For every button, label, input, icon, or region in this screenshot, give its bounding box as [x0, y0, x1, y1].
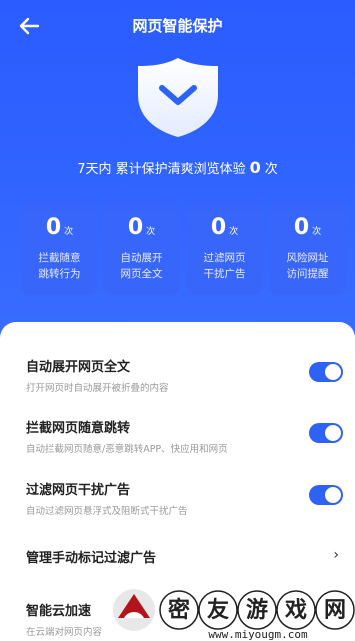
- svg-text:www.miyougm.com: www.miyougm.com: [208, 628, 308, 641]
- watermark-logo: 密 友 游 戏 网 www.miyougm.com: [108, 588, 355, 641]
- setting-title: 过滤网页干扰广告: [26, 483, 131, 498]
- toggle-knob: [325, 425, 341, 441]
- svg-text:游: 游: [246, 597, 268, 623]
- setting-title: 管理手动标记过滤广告: [26, 551, 157, 566]
- svg-text:网: 网: [324, 598, 346, 623]
- setting-block-redirect: 拦截网页随意跳转 自动拦截网页随意/恶意跳转APP、快应用和网页: [26, 417, 343, 455]
- page-title: 网页智能保护: [132, 17, 223, 35]
- summary-count: 0: [249, 158, 261, 177]
- stat-label: 访问提醒: [286, 268, 329, 280]
- setting-title: 拦截网页随意跳转: [26, 421, 131, 436]
- block-redirect-toggle[interactable]: [309, 423, 343, 443]
- setting-auto-expand: 自动展开网页全文 打开网页时自动展开被折叠的内容: [26, 356, 343, 394]
- stat-value: 0: [293, 215, 310, 240]
- stat-label: 网页全文: [120, 268, 163, 280]
- stat-card-filter-ads: 0次 过滤网页干扰广告: [186, 203, 263, 295]
- stat-value: 0: [127, 215, 144, 240]
- protection-summary: 7天内 累计保护清爽浏览体验 0 次: [0, 158, 355, 177]
- svg-text:戏: 戏: [284, 598, 307, 623]
- stat-unit: 次: [229, 227, 239, 237]
- manage-marked-ads-row[interactable]: 管理手动标记过滤广告 ›: [26, 547, 343, 566]
- shield-icon: [132, 55, 224, 139]
- filter-ads-toggle[interactable]: [309, 485, 343, 505]
- stat-card-block-redirect: 0次 拦截随意跳转行为: [21, 203, 98, 295]
- stat-label: 跳转行为: [38, 268, 81, 280]
- chevron-right-icon: ›: [333, 547, 339, 563]
- stat-label: 风险网址: [286, 252, 329, 264]
- nav-bar: 网页智能保护: [0, 0, 355, 52]
- svg-text:密: 密: [168, 597, 190, 623]
- stat-label: 拦截随意: [38, 252, 81, 264]
- stat-card-risk-alert: 0次 风险网址访问提醒: [269, 203, 346, 295]
- auto-expand-toggle[interactable]: [309, 362, 343, 382]
- stat-unit: 次: [146, 227, 156, 237]
- stat-value: 0: [210, 215, 227, 240]
- toggle-knob: [325, 364, 341, 380]
- stat-unit: 次: [64, 227, 74, 237]
- stat-card-expand-page: 0次 自动展开网页全文: [103, 203, 180, 295]
- setting-desc: 自动过滤网页悬浮式及阻断式干扰广告: [26, 506, 188, 517]
- toggle-knob: [325, 487, 341, 503]
- setting-desc: 自动拦截网页随意/恶意跳转APP、快应用和网页: [26, 444, 228, 455]
- summary-text: 7天内 累计保护清爽浏览体验: [77, 162, 246, 177]
- setting-title: 自动展开网页全文: [26, 360, 131, 375]
- stat-label: 干扰广告: [203, 268, 246, 280]
- stat-unit: 次: [312, 227, 322, 237]
- stat-label: 过滤网页: [203, 252, 246, 264]
- stat-label: 自动展开: [120, 252, 163, 264]
- setting-filter-ads: 过滤网页干扰广告 自动过滤网页悬浮式及阻断式干扰广告: [26, 479, 343, 517]
- stats-grid: 0次 拦截随意 跳转行为 0次 自动展开 网页全文 0次 过滤网页 干扰广告 0次 风…: [21, 203, 346, 295]
- setting-desc: 打开网页时自动展开被折叠的内容: [26, 383, 169, 394]
- svg-text:友: 友: [207, 598, 229, 623]
- stat-value: 0: [45, 215, 62, 240]
- summary-unit: 次: [264, 162, 278, 177]
- protection-hero: 网页智能保护 7天内 累计保护清爽浏览体验 0 次 0次 拦截随意 跳转行为 0次 自…: [0, 0, 355, 345]
